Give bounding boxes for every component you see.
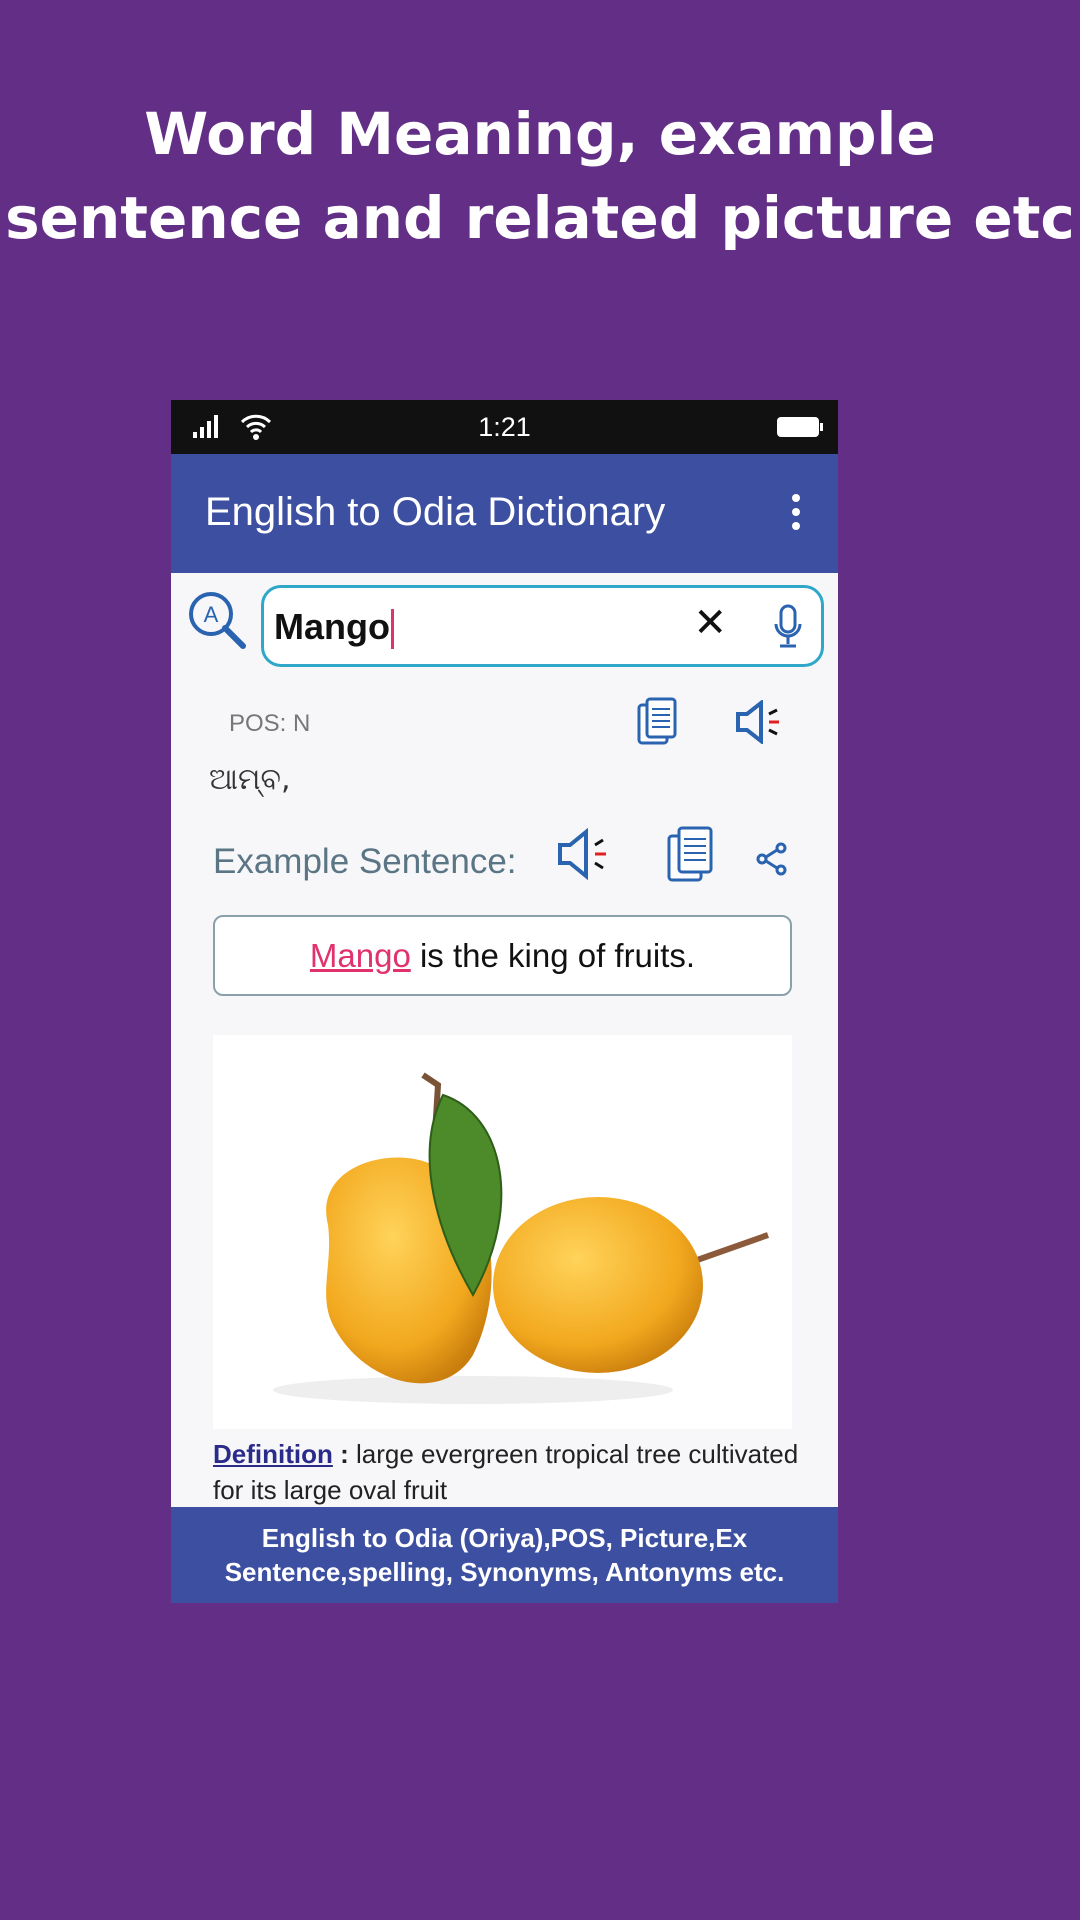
odia-meaning: ଆମ୍ବ,	[209, 762, 291, 797]
copy-icon[interactable]	[667, 826, 715, 882]
example-sentence-label: Example Sentence:	[213, 842, 517, 881]
promo-headline: Word Meaning, example sentence and relat…	[0, 92, 1080, 260]
more-vert-icon[interactable]	[792, 494, 802, 536]
mic-icon[interactable]	[773, 604, 803, 650]
dictionary-search-icon[interactable]: A	[185, 588, 249, 652]
part-of-speech: POS: N	[229, 710, 311, 737]
status-bar: 1:21	[171, 400, 838, 454]
text-cursor	[390, 609, 394, 650]
speaker-icon[interactable]	[557, 828, 613, 880]
example-sentence-box: Mango is the king of fruits.	[213, 915, 792, 996]
definition-separator: :	[332, 1439, 356, 1469]
headline-line-2: sentence and related picture etc	[5, 184, 1075, 252]
search-value: Mango	[274, 606, 390, 647]
status-time: 1:21	[478, 412, 531, 442]
phone-screen: 1:21 English to Odia Dictionary A Mango …	[171, 400, 838, 1603]
search-input[interactable]: Mango ✕	[261, 585, 824, 667]
speaker-icon[interactable]	[735, 700, 785, 744]
close-icon[interactable]: ✕	[693, 600, 727, 646]
banner-line-1: English to Odia (Oriya),POS, Picture,Ex	[261, 1523, 748, 1553]
battery-icon	[777, 417, 823, 437]
svg-text:A: A	[204, 602, 219, 627]
sentence-text: is the king of fruits.	[410, 937, 696, 974]
app-title: English to Odia Dictionary	[205, 490, 666, 534]
feature-banner: English to Odia (Oriya),POS, Picture,Ex …	[171, 1507, 838, 1603]
app-bar: English to Odia Dictionary	[171, 454, 838, 573]
copy-icon[interactable]	[637, 697, 677, 745]
mango-picture	[213, 1035, 792, 1429]
definition-label[interactable]: Definition	[213, 1439, 333, 1469]
banner-line-2: Sentence,spelling, Synonyms, Antonyms et…	[224, 1557, 785, 1587]
share-icon[interactable]	[755, 842, 789, 876]
headline-line-1: Word Meaning, example	[144, 100, 936, 168]
definition: Definition : large evergreen tropical tr…	[213, 1436, 803, 1506]
highlighted-word[interactable]: Mango	[310, 937, 411, 974]
